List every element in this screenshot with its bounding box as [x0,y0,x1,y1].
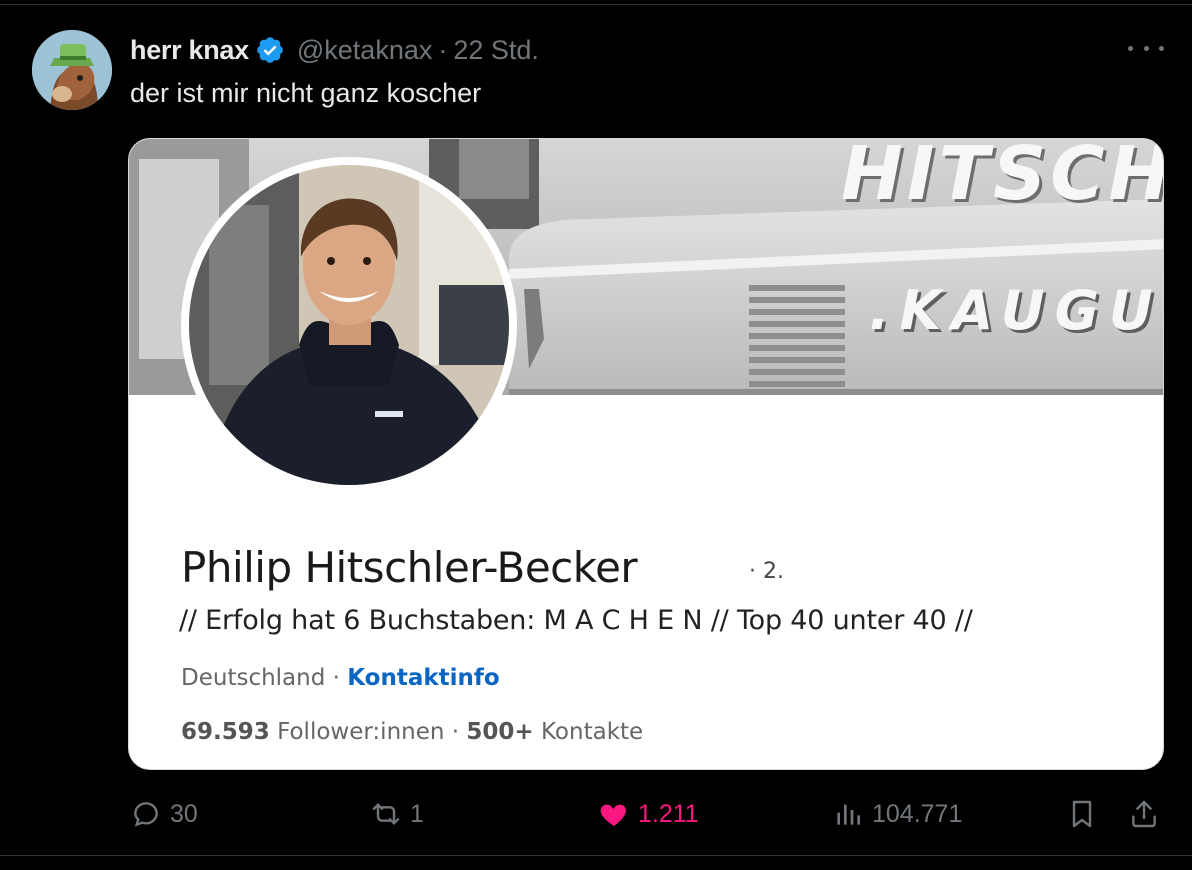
retweet-button[interactable]: 1 [370,792,424,836]
retweet-icon [372,803,400,825]
top-divider [0,4,1192,5]
heart-icon [600,804,627,826]
reply-count: 30 [170,799,198,828]
person-portrait-icon [189,165,509,485]
tweet-media-card[interactable]: HITSCH .KAUGU Philip Hitschler-Becker · … [128,138,1164,770]
tweet-timestamp[interactable]: 22 Std. [453,35,539,66]
profile-name: Philip Hitschler-Becker [181,543,638,592]
banner-text-bottom: .KAUGU [869,279,1163,342]
author-display-name[interactable]: herr knax [130,35,249,66]
like-button[interactable]: 1.211 [598,792,699,836]
profile-photo [181,157,517,493]
contacts-count: 500+ [466,719,534,745]
banner-text-top: HITSCH [841,139,1164,217]
author-avatar[interactable] [32,30,112,110]
bookmark-button[interactable] [1066,792,1106,836]
views-button[interactable]: 104.771 [832,792,962,836]
profile-meta: Deutschland · Kontaktinfo [181,665,500,691]
share-button[interactable] [1128,792,1168,836]
header-separator: · [438,34,448,65]
tweet-header: herr knax @ketaknax · 22 Std. [130,32,539,68]
analytics-icon [837,804,860,825]
verified-badge-icon[interactable] [255,35,285,65]
share-icon [1132,800,1156,828]
bottom-divider [0,855,1192,856]
reply-button[interactable]: 30 [130,792,198,836]
meta-separator: · [325,665,348,691]
connection-degree: · 2. [749,559,784,584]
tweet-text: der ist mir nicht ganz koscher [130,78,482,108]
profile-headline: // Erfolg hat 6 Buchstaben: M A C H E N … [179,605,973,636]
profile-location: Deutschland [181,665,326,691]
profile-stats: 69.593 Follower:innen · 500+ Kontakte [181,719,643,745]
followers-count: 69.593 [181,719,270,745]
stats-separator: · [451,719,467,745]
contacts-label: Kontakte [541,719,644,745]
retweet-count: 1 [410,799,424,828]
like-count: 1.211 [638,799,699,828]
followers-label: Follower:innen [277,719,445,745]
tweet-action-bar: 30 1 1.211 104.771 [0,792,1192,836]
more-options-icon[interactable] [1128,36,1164,60]
author-handle[interactable]: @ketaknax [297,35,432,66]
bookmark-icon [1072,800,1092,828]
view-count: 104.771 [872,799,963,828]
reply-icon [134,802,158,827]
horse-hat-avatar-icon [32,30,112,110]
contact-info-link[interactable]: Kontaktinfo [347,665,499,691]
